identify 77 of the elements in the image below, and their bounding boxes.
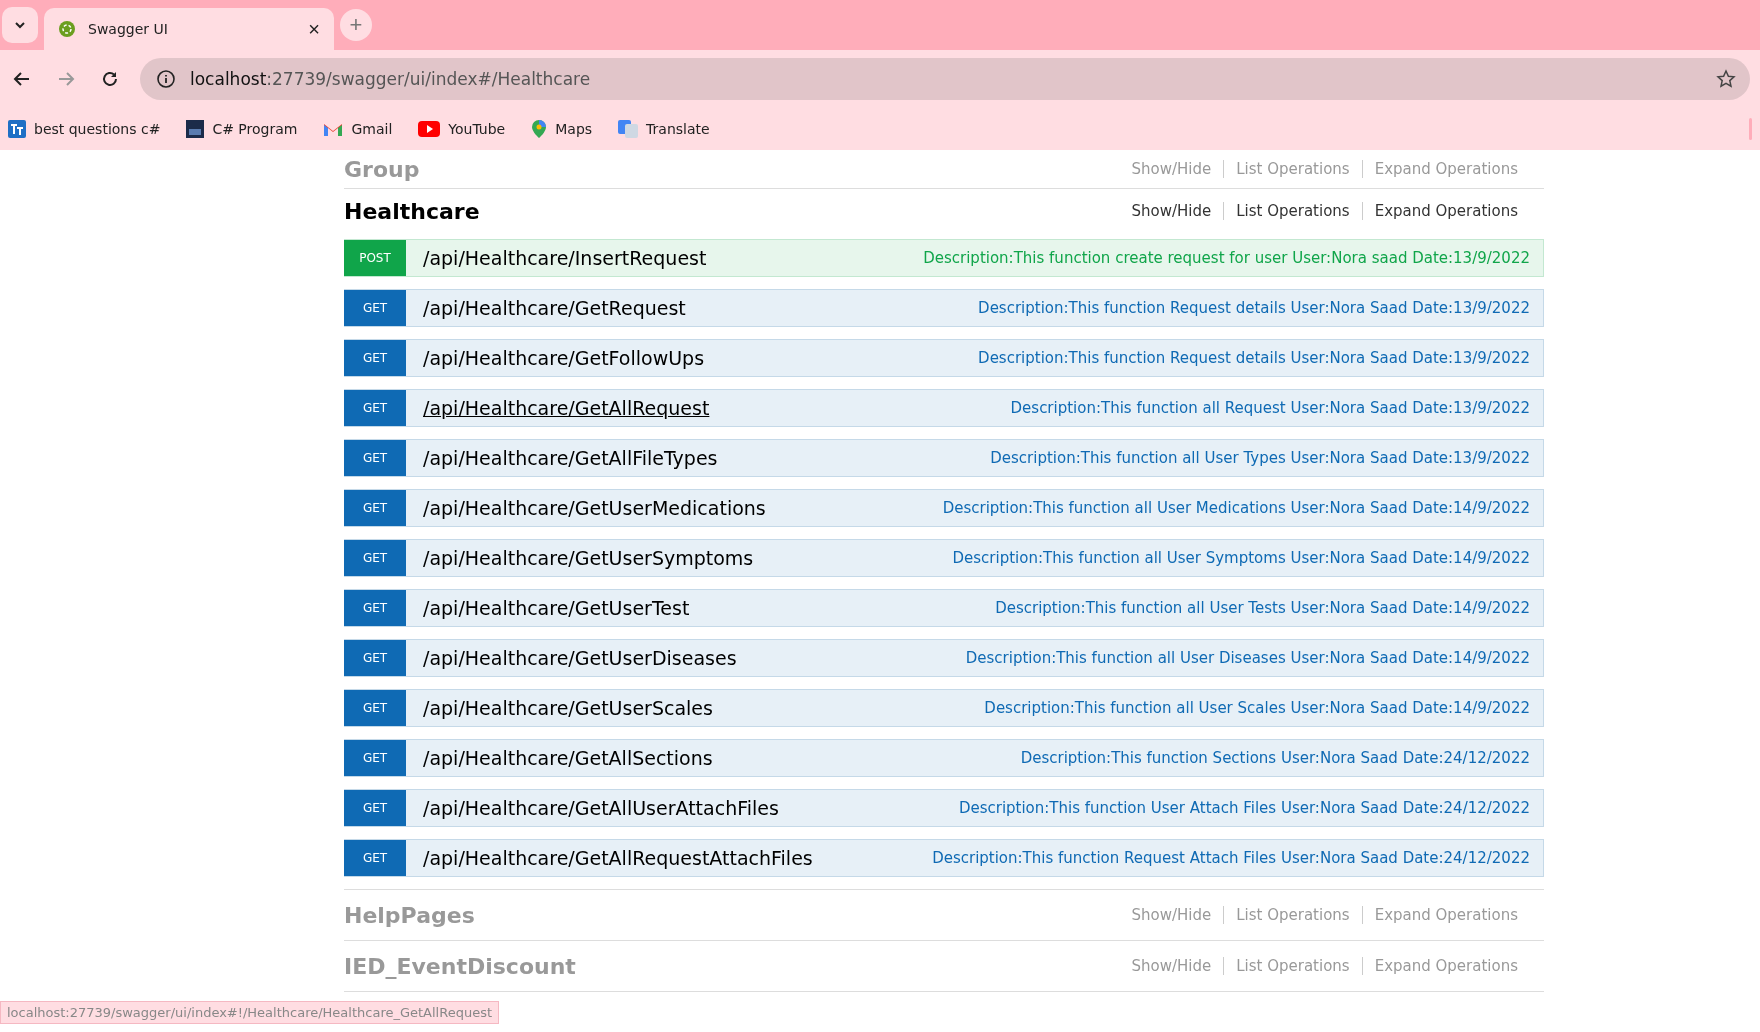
operation-description: Description:This function all User Scales User:Nora Saad Date:14/9/2022 (984, 699, 1530, 717)
operation-description: Description:This function all User Medications User:Nora Saad Date:14/9/2022 (942, 499, 1530, 517)
http-method-badge: GET (344, 740, 406, 776)
browser-tab[interactable]: Swagger UI × (44, 8, 334, 50)
operation-row[interactable]: GET /api/Healthcare/GetAllRequestAttachFiles Description:This function Request Attach Files User:Nora Saad Date:24/12/2022 (344, 839, 1544, 877)
operation-row[interactable]: GET /api/Healthcare/GetUserTest Description:This function all User Tests User:Nora Saad Date:14/9/2022 (344, 589, 1544, 627)
operation-row[interactable]: GET /api/Healthcare/GetAllFileTypes Description:This function all User Types User:Nora Saad Date:13/9/2022 (344, 439, 1544, 477)
http-method-badge: POST (344, 240, 406, 276)
operation-description: Description:This function User Attach Files User:Nora Saad Date:24/12/2022 (958, 799, 1530, 817)
operation-path[interactable]: /api/Healthcare/GetUserSymptoms (423, 547, 754, 569)
tab-title: Swagger UI (88, 21, 169, 37)
map-pin-icon (531, 119, 548, 139)
close-tab-button[interactable]: × (306, 19, 322, 39)
http-method-badge: GET (344, 340, 406, 376)
operation-description: Description:This function all User Tests User:Nora Saad Date:14/9/2022 (995, 599, 1530, 617)
http-method-badge: GET (344, 490, 406, 526)
resource-title[interactable]: Healthcare (344, 198, 480, 224)
operation-path[interactable]: /api/Healthcare/GetUserDiseases (423, 647, 737, 669)
reload-icon[interactable] (100, 69, 120, 89)
operation-path[interactable]: /api/Healthcare/GetAllRequest (423, 397, 710, 419)
operation-row[interactable]: GET /api/Healthcare/GetAllUserAttachFiles Description:This function User Attach Files User:Nora Saad Date:24/12/2022 (344, 789, 1544, 827)
star-icon[interactable] (1716, 69, 1736, 89)
operation-description: Description:This function all User Symptoms User:Nora Saad Date:14/9/2022 (952, 549, 1530, 567)
operation-path[interactable]: /api/Healthcare/GetAllFileTypes (423, 447, 718, 469)
operation-row[interactable]: GET /api/Healthcare/GetUserScales Description:This function all User Scales User:Nora Saad Date:14/9/2022 (344, 689, 1544, 727)
operation-path[interactable]: /api/Healthcare/GetAllRequestAttachFiles (423, 847, 813, 869)
operation-path[interactable]: /api/Healthcare/GetAllUserAttachFiles (423, 797, 779, 819)
operation-path[interactable]: /api/Healthcare/GetUserScales (423, 697, 713, 719)
bookmark-icon (186, 120, 205, 138)
operation-row[interactable]: GET /api/Healthcare/GetUserSymptoms Description:This function all User Symptoms User:Nora Saad Date:14/9/2022 (344, 539, 1544, 577)
operation-path[interactable]: /api/Healthcare/GetUserTest (423, 597, 690, 619)
resource-link[interactable]: Show/Hide (1119, 202, 1224, 220)
bookmark-icon (8, 120, 26, 138)
bookmark-item[interactable]: YouTube (418, 121, 506, 137)
play-icon (418, 121, 441, 137)
operation-row[interactable]: GET /api/Healthcare/GetFollowUps Description:This function Request details User:Nora Saad Date:13/9/2022 (344, 339, 1544, 377)
operation-path[interactable]: /api/Healthcare/GetAllSections (423, 747, 713, 769)
bookmark-item[interactable]: Translate (618, 120, 710, 138)
operation-path[interactable]: /api/Healthcare/InsertRequest (423, 247, 707, 269)
http-method-badge: GET (344, 590, 406, 626)
operation-description: Description:This function all User Diseases User:Nora Saad Date:14/9/2022 (965, 649, 1530, 667)
operation-row[interactable]: GET /api/Healthcare/GetRequest Description:This function Request details User:Nora Saad Date:13/9/2022 (344, 289, 1544, 327)
address-bar[interactable]: localhost:27739/swagger/ui/index#/Healthcare (140, 58, 1750, 100)
operation-description: Description:This function create request for user User:Nora saad Date:13/9/2022 (923, 249, 1530, 267)
new-tab-button[interactable]: + (340, 9, 372, 41)
operation-row[interactable]: GET /api/Healthcare/GetUserMedications Description:This function all User Medications User:Nora Saad Date:14/9/2022 (344, 489, 1544, 527)
translate-icon (618, 120, 639, 138)
resource-link[interactable]: List Operations (1223, 202, 1362, 220)
operation-description: Description:This function Request details User:Nora Saad Date:13/9/2022 (978, 299, 1530, 317)
operation-description: Description:This function all Request User:Nora Saad Date:13/9/2022 (1010, 399, 1530, 417)
bookmark-item[interactable]: C# Program (186, 120, 298, 138)
operation-description: Description:This function Request details User:Nora Saad Date:13/9/2022 (978, 349, 1530, 367)
operation-row[interactable]: GET /api/Healthcare/GetAllRequest Description:This function all Request User:Nora Saad Date:13/9/2022 (344, 389, 1544, 427)
mail-icon (323, 121, 344, 137)
operation-path[interactable]: /api/Healthcare/GetUserMedications (423, 497, 766, 519)
bookmark-item[interactable]: best questions c# (8, 120, 161, 138)
bookmark-item[interactable]: Gmail (323, 121, 393, 137)
http-method-badge: GET (344, 790, 406, 826)
operation-description: Description:This function Sections User:Nora Saad Date:24/12/2022 (1020, 749, 1530, 767)
bookmark-item[interactable]: Maps (531, 119, 593, 139)
swagger-icon (58, 20, 76, 38)
http-method-badge: GET (344, 290, 406, 326)
http-method-badge: GET (344, 840, 406, 876)
operation-description: Description:This function all User Types User:Nora Saad Date:13/9/2022 (990, 449, 1530, 467)
http-method-badge: GET (344, 690, 406, 726)
resource-link[interactable]: Expand Operations (1361, 202, 1530, 220)
status-url: localhost:27739/swagger/ui/index#!/Healthcare/Healthcare_GetAllRequest (0, 1001, 500, 1024)
http-method-badge: GET (344, 640, 406, 676)
operation-row[interactable]: GET /api/Healthcare/GetAllSections Description:This function Sections User:Nora Saad Date:24/12/2022 (344, 739, 1544, 777)
http-method-badge: GET (344, 390, 406, 426)
http-method-badge: GET (344, 540, 406, 576)
http-method-badge: GET (344, 440, 406, 476)
operation-path[interactable]: /api/Healthcare/GetFollowUps (423, 347, 705, 369)
operation-description: Description:This function Request Attach Files User:Nora Saad Date:24/12/2022 (932, 849, 1530, 867)
operation-row[interactable]: GET /api/Healthcare/GetUserDiseases Description:This function all User Diseases User:Nora Saad Date:14/9/2022 (344, 639, 1544, 677)
operation-path[interactable]: /api/Healthcare/GetRequest (423, 297, 686, 319)
info-icon[interactable] (156, 69, 176, 89)
